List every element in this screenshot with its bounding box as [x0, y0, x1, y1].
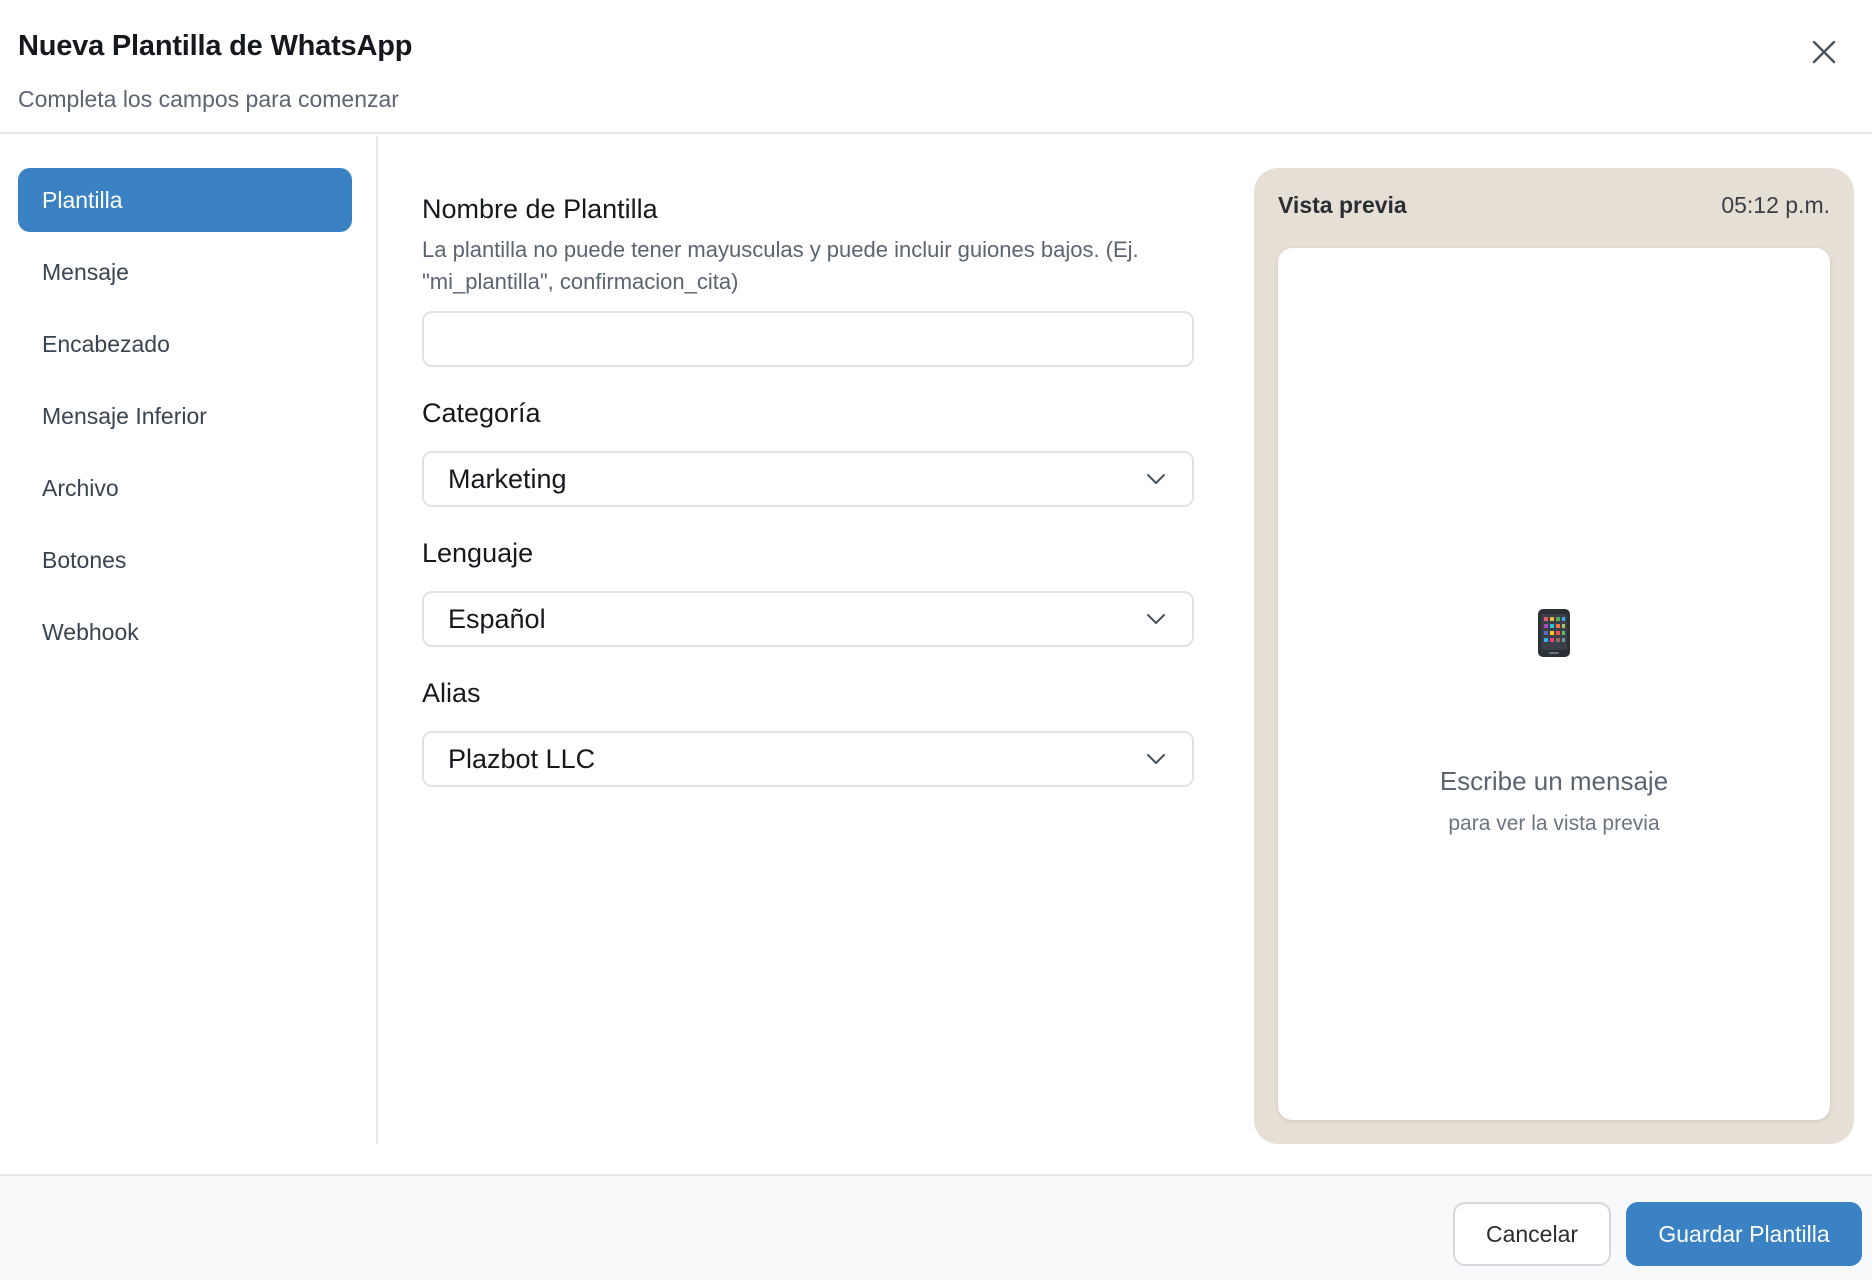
cancel-button[interactable]: Cancelar [1453, 1202, 1611, 1266]
dialog-footer: Cancelar Guardar Plantilla [0, 1174, 1872, 1280]
alias-value: Plazbot LLC [448, 743, 596, 774]
template-name-label: Nombre de Plantilla [422, 194, 658, 224]
preview-title: Vista previa [1278, 192, 1407, 218]
category-value: Marketing [448, 463, 567, 494]
sidebar-nav: Plantilla Mensaje Encabezado Mensaje Inf… [0, 136, 378, 1144]
template-name-input[interactable] [422, 311, 1194, 367]
preview-message: Escribe un mensaje [1439, 766, 1669, 796]
language-select[interactable]: Español [422, 591, 1194, 647]
sidebar-item-webhook[interactable]: Webhook [18, 600, 352, 664]
preview-time: 05:12 p.m. [1721, 192, 1830, 218]
close-button[interactable] [1804, 32, 1844, 72]
sidebar-item-archivo[interactable]: Archivo [18, 456, 352, 520]
chevron-down-icon [1144, 747, 1168, 771]
sidebar-item-mensaje-inferior[interactable]: Mensaje Inferior [18, 384, 352, 448]
alias-label: Alias [422, 678, 481, 708]
language-label: Lenguaje [422, 538, 534, 568]
dialog-title: Nueva Plantilla de WhatsApp [18, 30, 413, 62]
close-icon [1812, 40, 1836, 64]
sidebar-item-encabezado[interactable]: Encabezado [18, 312, 352, 376]
preview-submessage: para ver la vista previa [1448, 812, 1660, 835]
mobile-phone-icon [1278, 608, 1830, 658]
language-value: Español [448, 603, 546, 634]
preview-panel: Vista previa 05:12 p.m. Escribe un mensa… [1254, 168, 1854, 1144]
category-select[interactable]: Marketing [422, 451, 1194, 507]
category-label: Categoría [422, 398, 541, 428]
template-name-hint: La plantilla no puede tener mayusculas y… [422, 237, 1139, 294]
sidebar-item-botones[interactable]: Botones [18, 528, 352, 592]
save-template-button[interactable]: Guardar Plantilla [1626, 1202, 1862, 1266]
dialog-header: Nueva Plantilla de WhatsApp Completa los… [0, 0, 1872, 134]
chevron-down-icon [1144, 607, 1168, 631]
sidebar-item-mensaje[interactable]: Mensaje [18, 240, 352, 304]
chevron-down-icon [1144, 467, 1168, 491]
preview-screen: Escribe un mensaje para ver la vista pre… [1278, 248, 1830, 1120]
dialog-subtitle: Completa los campos para comenzar [18, 86, 399, 112]
alias-select[interactable]: Plazbot LLC [422, 731, 1194, 787]
sidebar-item-plantilla[interactable]: Plantilla [18, 168, 352, 232]
